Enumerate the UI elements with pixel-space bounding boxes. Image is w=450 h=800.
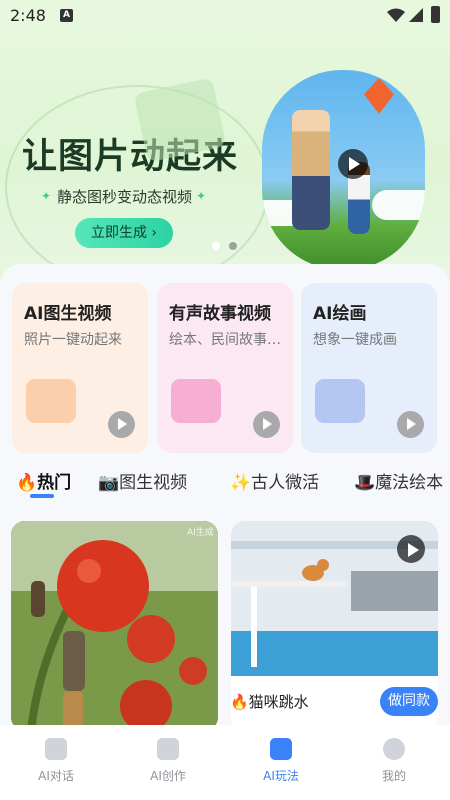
nav-label: AI玩法: [263, 769, 299, 783]
carousel-dot-2[interactable]: [229, 242, 237, 250]
ai-watermark: AI生成: [187, 528, 214, 538]
nav-label: AI创作: [150, 769, 186, 783]
tomato-image: [11, 521, 218, 731]
card-title: 有声故事视频: [169, 304, 271, 324]
sparkle-icon: ✨: [230, 473, 252, 493]
nav-label: 我的: [381, 769, 406, 783]
hero-image[interactable]: [262, 70, 425, 270]
tab-hot[interactable]: 🔥热门: [16, 468, 71, 493]
camera-icon: 📷: [98, 473, 120, 493]
hero-title: 让图片动起来: [22, 137, 239, 177]
card-ai-image-video[interactable]: AI图生视频 照片一键动起来: [12, 283, 148, 453]
category-tabs: 🔥热门 📷图生视频 ✨古人微活 🎩魔法绘本: [0, 462, 450, 502]
tab-ancient-people[interactable]: ✨古人微活: [230, 468, 319, 493]
tab-image-video[interactable]: 📷图生视频: [98, 468, 187, 493]
card-ai-painting[interactable]: AI绘画 想象一键成画: [301, 283, 437, 453]
ai-image-icon: [315, 379, 365, 423]
briefcase-icon: [157, 738, 179, 760]
profile-icon: [383, 738, 405, 760]
battery-icon: [431, 6, 440, 23]
bottom-nav: AI对话 AI创作 AI玩法 我的: [0, 725, 450, 800]
card-desc: 照片一键动起来: [24, 332, 122, 348]
camera-icon: [26, 379, 76, 423]
status-bar: 2:48 A: [0, 0, 450, 32]
nav-ai-play[interactable]: AI玩法: [225, 725, 337, 800]
status-time: 2:48: [10, 6, 46, 25]
brush-icon: [270, 738, 292, 760]
hero-banner[interactable]: 2:48 A 让图片动起来 ✦ 静态图秒变动态视频 ✦ 立即生成 ›: [0, 0, 450, 300]
card-title: AI绘画: [313, 304, 367, 324]
play-icon[interactable]: [108, 411, 135, 438]
card-desc: 绘本、民间故事…: [169, 332, 281, 348]
make-same-button[interactable]: 做同款: [380, 687, 438, 716]
magic-hat-icon: 🎩: [354, 473, 376, 493]
signal-icon: [409, 8, 423, 22]
play-icon[interactable]: [338, 149, 368, 179]
notification-icon: A: [60, 9, 73, 22]
play-icon[interactable]: [253, 411, 280, 438]
grandpa-figure: [292, 110, 330, 230]
sparkle-icon: ✦: [41, 189, 52, 203]
fire-icon: 🔥: [16, 473, 38, 493]
feed-card-tomato[interactable]: AI生成: [11, 521, 218, 731]
active-tab-indicator: [30, 494, 54, 498]
carousel-dot-1[interactable]: [212, 242, 220, 250]
video-play-icon: [171, 379, 221, 423]
nav-label: AI对话: [38, 769, 74, 783]
generate-now-button[interactable]: 立即生成 ›: [75, 218, 173, 248]
tab-magic-picture-book[interactable]: 🎩魔法绘本: [354, 468, 443, 493]
nav-ai-chat[interactable]: AI对话: [0, 725, 112, 800]
nav-ai-create[interactable]: AI创作: [112, 725, 224, 800]
feed-title: 🔥猫咪跳水: [230, 693, 309, 711]
kite-illustration: [364, 78, 394, 114]
sparkle-icon: ✦: [196, 189, 207, 203]
wifi-icon: [387, 8, 405, 22]
nav-profile[interactable]: 我的: [338, 725, 450, 800]
card-desc: 想象一键成画: [313, 332, 397, 348]
card-audio-story-video[interactable]: 有声故事视频 绘本、民间故事…: [157, 283, 293, 453]
hero-subtitle: 静态图秒变动态视频: [57, 188, 193, 206]
chat-icon: [45, 738, 67, 760]
card-title: AI图生视频: [24, 304, 112, 324]
play-icon[interactable]: [397, 535, 425, 563]
play-icon[interactable]: [397, 411, 424, 438]
